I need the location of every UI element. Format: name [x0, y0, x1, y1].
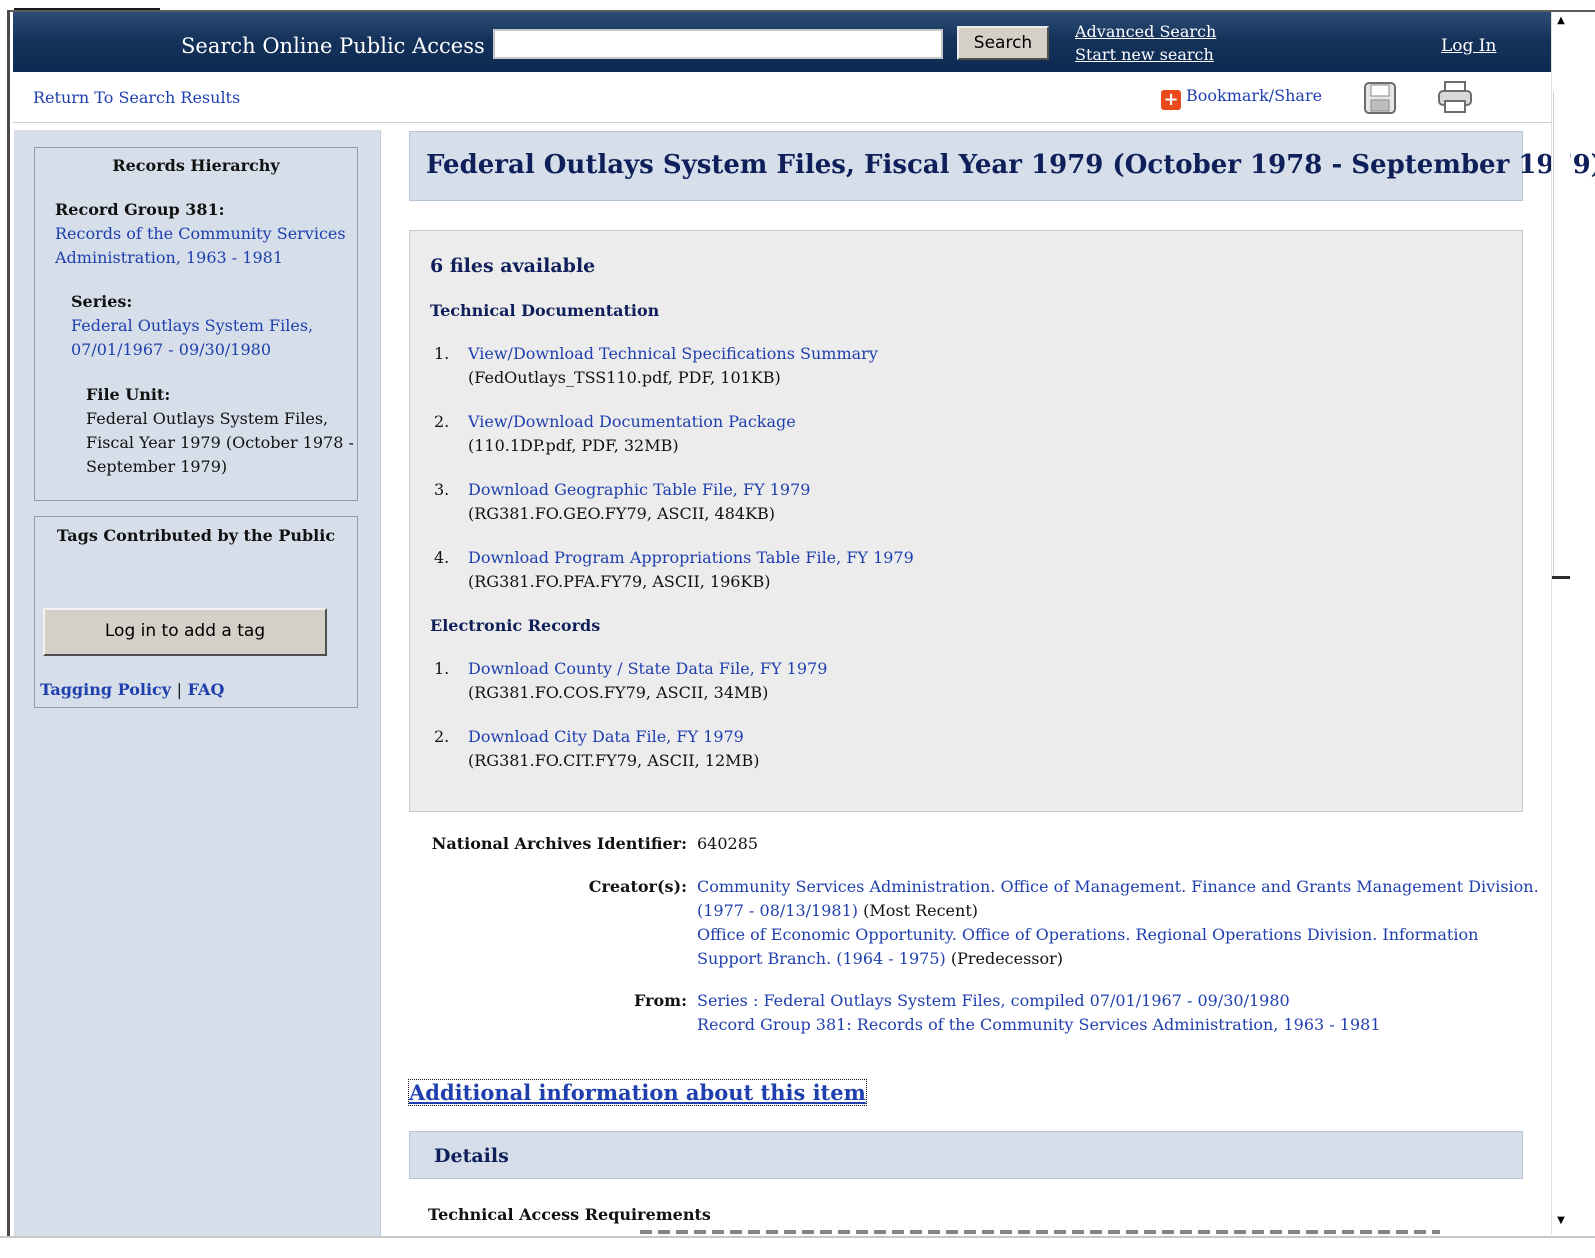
series-label: Series:	[71, 292, 133, 311]
clipped-text-line	[640, 1226, 1440, 1234]
file-download-link[interactable]: Download City Data File, FY 1979	[468, 727, 744, 746]
scroll-down-arrow-icon[interactable]: ▼	[1553, 1214, 1569, 1228]
header-title: Search Online Public Access	[181, 34, 485, 58]
creators-value: Community Services Administration. Offic…	[697, 875, 1539, 971]
series-link[interactable]: Federal Outlays System Files, 07/01/1967…	[71, 314, 313, 362]
left-sidebar: Records Hierarchy Record Group 381: Reco…	[14, 130, 381, 1236]
file-unit-label: File Unit:	[86, 385, 171, 404]
file-unit-line1: Federal Outlays System Files,	[86, 409, 329, 428]
electronic-records-heading: Electronic Records	[430, 616, 601, 635]
files-panel: 6 files available Technical Documentatio…	[409, 230, 1523, 812]
record-group-link-line2: Administration, 1963 - 1981	[55, 248, 284, 267]
scroll-up-arrow-icon[interactable]: ▲	[1553, 14, 1569, 28]
file-meta: (RG381.FO.GEO.FY79, ASCII, 484KB)	[468, 504, 776, 523]
record-group-link-line1: Records of the Community Services	[55, 224, 346, 243]
file-download-link[interactable]: View/Download Documentation Package	[468, 412, 796, 431]
file-unit-line2: Fiscal Year 1979 (October 1978 -	[86, 433, 354, 452]
file-download-link[interactable]: View/Download Technical Specifications S…	[468, 344, 878, 363]
faq-link[interactable]: FAQ	[188, 680, 225, 699]
from-label: From:	[633, 991, 687, 1010]
creator-1-role: (Most Recent)	[863, 901, 978, 920]
login-link[interactable]: Log In	[1441, 36, 1496, 56]
window-top-border	[0, 0, 1595, 12]
details-section-header: Details	[409, 1131, 1523, 1179]
records-hierarchy-title: Records Hierarchy	[112, 156, 280, 175]
identifier-value: 640285	[697, 834, 759, 853]
list-number: 3.	[434, 480, 450, 499]
technical-documentation-heading: Technical Documentation	[430, 301, 660, 320]
bookmark-share-label: Bookmark/Share	[1186, 86, 1323, 105]
file-download-link[interactable]: Download Program Appropriations Table Fi…	[468, 548, 914, 567]
record-group-label: Record Group 381:	[55, 200, 225, 219]
scrollbar-thumb-edge	[1552, 576, 1570, 579]
list-number: 1.	[434, 344, 450, 363]
tags-box: Tags Contributed by the Public Log in to…	[34, 516, 358, 708]
from-series-link[interactable]: Series : Federal Outlays System Files, c…	[697, 989, 1381, 1013]
list-number: 4.	[434, 548, 450, 567]
return-to-results-link[interactable]: Return To Search Results	[33, 88, 240, 107]
search-button[interactable]: Search	[957, 26, 1049, 60]
advanced-search-link[interactable]: Advanced Search	[1075, 22, 1216, 41]
printer-icon[interactable]	[1437, 80, 1473, 114]
plus-icon: +	[1161, 90, 1181, 110]
record-group-link[interactable]: Records of the Community Services Admini…	[55, 222, 346, 270]
technical-access-heading: Technical Access Requirements	[428, 1205, 711, 1224]
tags-title: Tags Contributed by the Public	[56, 526, 336, 545]
list-number: 2.	[434, 412, 450, 431]
file-unit-line3: September 1979)	[86, 457, 228, 476]
file-meta: (RG381.FO.COS.FY79, ASCII, 34MB)	[468, 683, 769, 702]
scrollbar-thumb[interactable]	[1553, 92, 1569, 578]
file-download-link[interactable]: Download Geographic Table File, FY 1979	[468, 480, 810, 499]
window-left-border	[0, 10, 10, 1256]
tagging-policy-link[interactable]: Tagging Policy	[40, 680, 171, 699]
window-tab-line	[14, 8, 160, 10]
file-download-link[interactable]: Download County / State Data File, FY 19…	[468, 659, 827, 678]
bookmark-share-link[interactable]: + Bookmark/Share	[1161, 86, 1322, 110]
start-new-search-link[interactable]: Start new search	[1075, 45, 1214, 64]
login-to-tag-button[interactable]: Log in to add a tag	[43, 608, 327, 656]
search-input[interactable]	[493, 29, 943, 59]
identifier-label: National Archives Identifier:	[431, 834, 687, 853]
series-link-line1: Federal Outlays System Files,	[71, 316, 314, 335]
record-title-box: Federal Outlays System Files, Fiscal Yea…	[409, 131, 1595, 201]
creator-1-link[interactable]: Community Services Administration. Offic…	[697, 875, 1539, 899]
details-heading: Details	[434, 1145, 509, 1167]
file-meta: (110.1DP.pdf, PDF, 32MB)	[468, 436, 679, 455]
creator-1-dates-link[interactable]: (1977 - 08/13/1981)	[697, 901, 858, 920]
from-record-group-link[interactable]: Record Group 381: Records of the Communi…	[697, 1013, 1381, 1037]
list-number: 2.	[434, 727, 450, 746]
from-value: Series : Federal Outlays System Files, c…	[697, 989, 1381, 1037]
page-title: Federal Outlays System Files, Fiscal Yea…	[426, 150, 1595, 180]
file-meta: (RG381.FO.CIT.FY79, ASCII, 12MB)	[468, 751, 760, 770]
additional-information-link[interactable]: Additional information about this item	[408, 1079, 867, 1106]
toolbar: Return To Search Results + Bookmark/Share	[13, 72, 1551, 123]
creators-label: Creator(s):	[588, 877, 687, 896]
file-unit-text: Federal Outlays System Files, Fiscal Yea…	[86, 407, 354, 479]
window-bottom-border	[0, 1236, 1595, 1258]
series-link-line2: 07/01/1967 - 09/30/1980	[71, 340, 272, 359]
creator-2-link[interactable]: Office of Economic Opportunity. Office o…	[697, 923, 1539, 947]
creator-2-role: (Predecessor)	[950, 949, 1064, 968]
vertical-scrollbar[interactable]: ▲ ▼	[1551, 12, 1570, 1234]
file-meta: (FedOutlays_TSS110.pdf, PDF, 101KB)	[468, 368, 781, 387]
site-header: Search Online Public Access Search Advan…	[13, 12, 1551, 72]
link-separator: |	[176, 680, 183, 699]
records-hierarchy-box: Records Hierarchy Record Group 381: Reco…	[34, 147, 358, 501]
list-number: 1.	[434, 659, 450, 678]
file-meta: (RG381.FO.PFA.FY79, ASCII, 196KB)	[468, 572, 771, 591]
creator-2-dates-link[interactable]: Support Branch. (1964 - 1975)	[697, 949, 946, 968]
files-count: 6 files available	[430, 255, 596, 277]
floppy-disk-icon[interactable]	[1364, 82, 1396, 114]
tag-policy-links: Tagging Policy | FAQ	[40, 680, 224, 699]
